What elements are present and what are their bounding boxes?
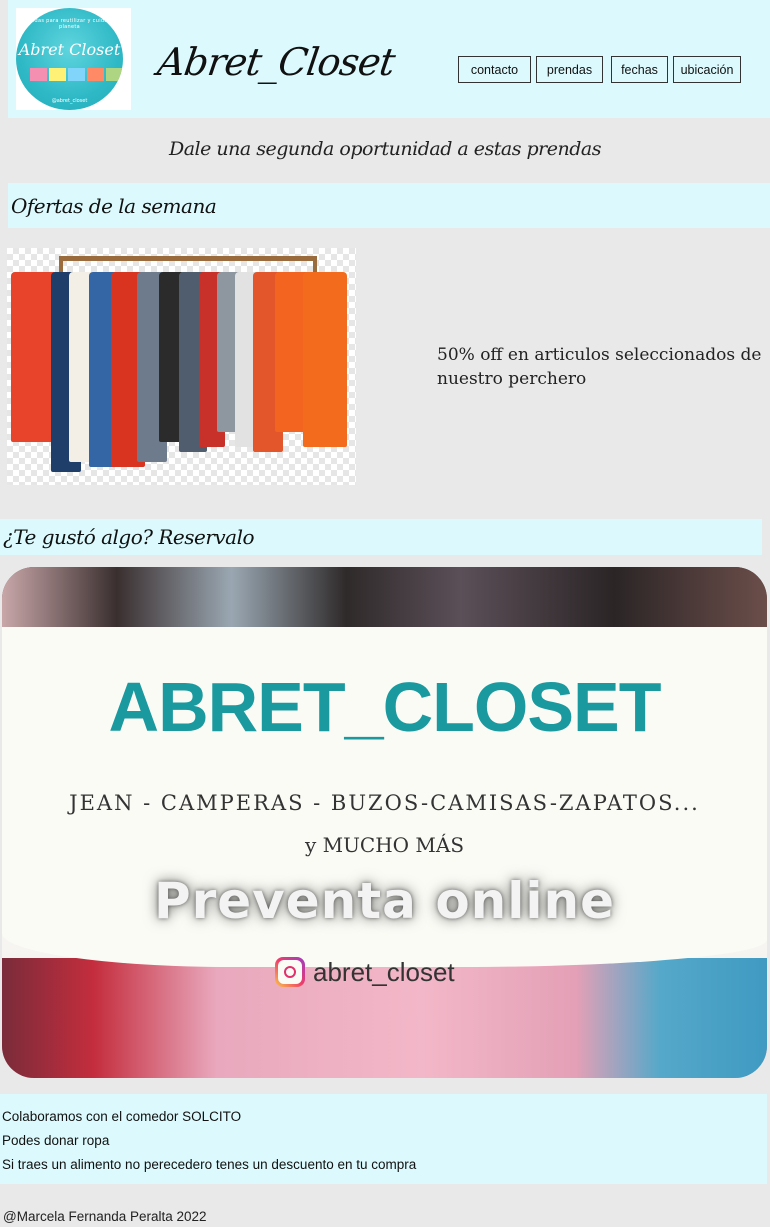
rack-bar <box>59 256 317 261</box>
promo-banner: ABRET_CLOSET JEAN - CAMPERAS - BUZOS-CAM… <box>2 567 767 1078</box>
shirt-icon <box>49 68 66 81</box>
logo-badge: prendas para reutilizar y cuidar el plan… <box>16 8 123 110</box>
logo-shirts <box>30 68 123 81</box>
nav-ubicacion-button[interactable]: ubicación <box>673 56 741 83</box>
shirt-icon <box>68 68 85 81</box>
logo-script-text: Abret Closet <box>18 40 121 59</box>
info-line: Si traes un alimento no perecedero tenes… <box>2 1157 417 1172</box>
instagram-handle[interactable]: abret_closet <box>275 955 455 989</box>
nav-fechas-button[interactable]: fechas <box>611 56 668 83</box>
footer-copyright: @Marcela Fernanda Peralta 2022 <box>3 1209 207 1224</box>
reserve-heading: ¿Te gustó algo? Reservalo <box>0 519 762 555</box>
info-line: Podes donar ropa <box>2 1133 110 1148</box>
offers-heading: Ofertas de la semana <box>8 183 770 228</box>
site-header: prendas para reutilizar y cuidar el plan… <box>8 0 770 118</box>
promo-subtitle: JEAN - CAMPERAS - BUZOS-CAMISAS-ZAPATOS.… <box>69 791 700 815</box>
shirt-icon <box>30 68 47 81</box>
offer-description: 50% off en articulos seleccionados de nu… <box>437 345 762 389</box>
garment <box>303 272 347 447</box>
info-box: Colaboramos con el comedor SOLCITO Podes… <box>0 1094 767 1184</box>
clothing-rack-image <box>7 248 356 485</box>
logo-top-text: prendas para reutilizar y cuidar el plan… <box>21 18 118 30</box>
site-title: Abret_Closet <box>154 40 398 84</box>
promo-headline: Preventa online <box>153 872 616 930</box>
nav-contacto-button[interactable]: contacto <box>458 56 531 83</box>
shirt-icon <box>87 68 104 81</box>
instagram-icon <box>275 957 305 987</box>
instagram-handle-text: abret_closet <box>313 956 455 987</box>
logo[interactable]: prendas para reutilizar y cuidar el plan… <box>16 8 131 110</box>
shirt-icon <box>106 68 123 81</box>
promo-more: y MUCHO MÁS <box>304 833 465 857</box>
nav-prendas-button[interactable]: prendas <box>536 56 603 83</box>
promo-brand: ABRET_CLOSET <box>108 668 662 746</box>
logo-bottom-text: @abret_closet <box>51 98 88 104</box>
tagline: Dale una segunda oportunidad a estas pre… <box>168 138 602 160</box>
info-line: Colaboramos con el comedor SOLCITO <box>2 1109 242 1124</box>
